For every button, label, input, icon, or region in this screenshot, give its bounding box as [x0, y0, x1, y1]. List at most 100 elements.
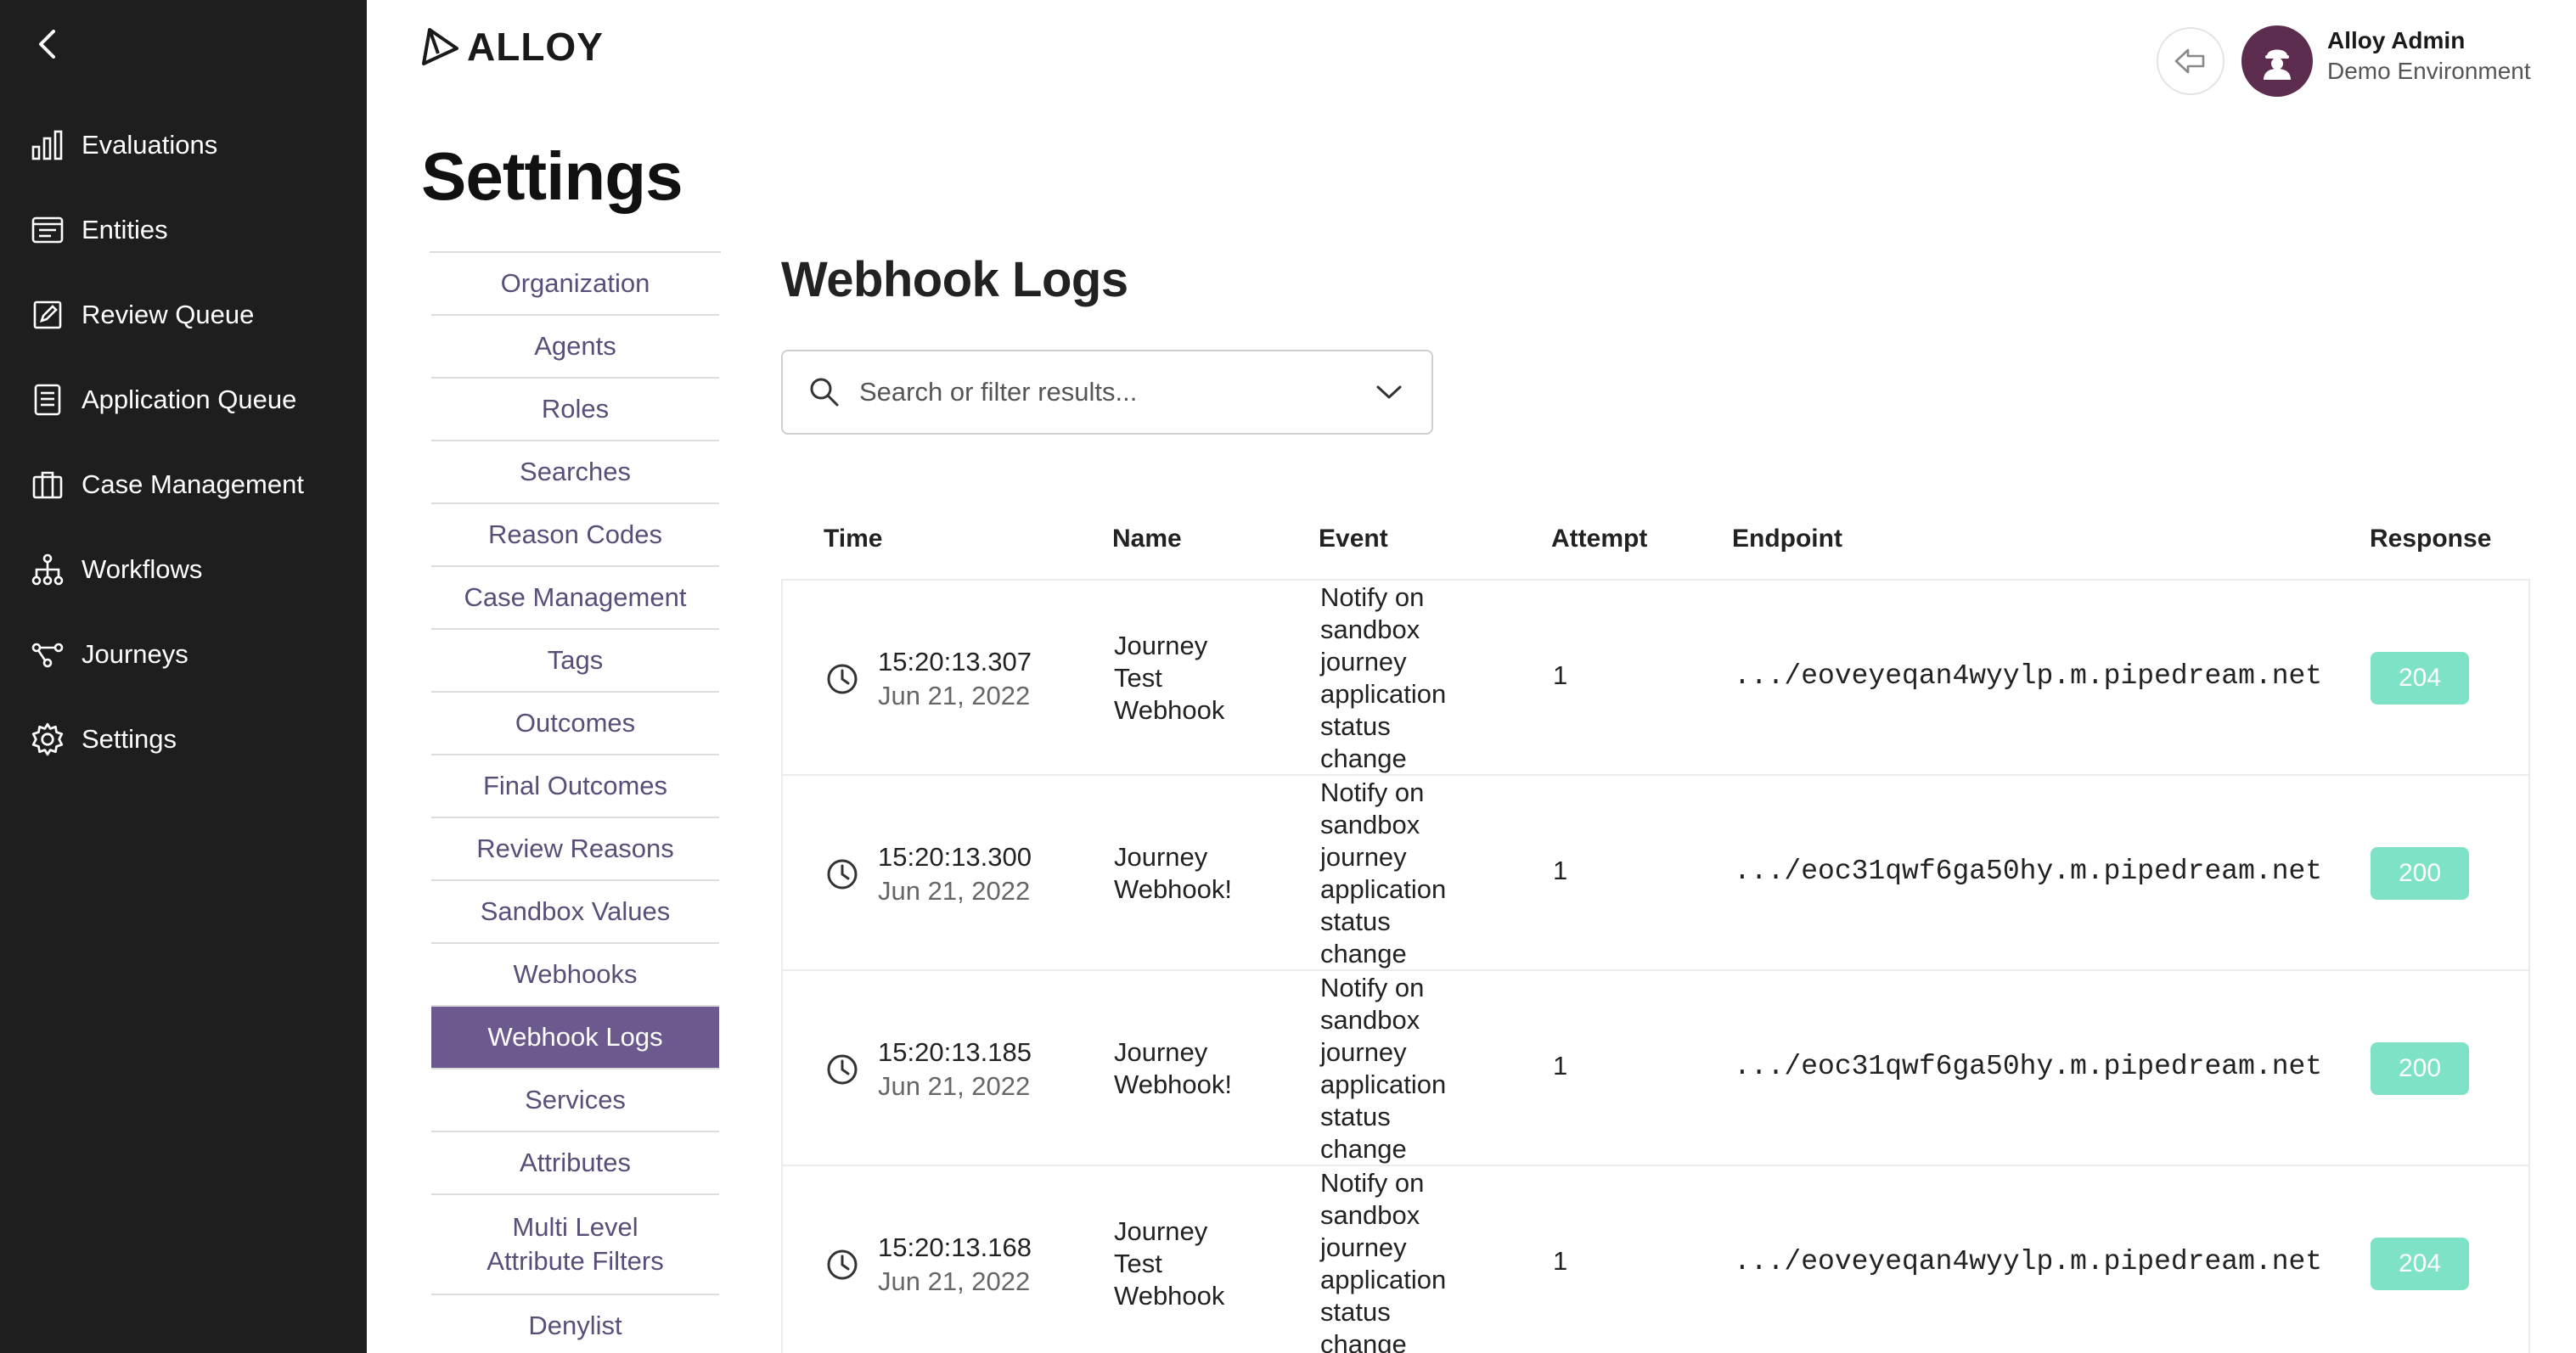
row-time: 15:20:13.168 — [878, 1232, 1032, 1262]
row-attempt: 1 — [1553, 1051, 1568, 1081]
user-avatar[interactable] — [2241, 25, 2313, 97]
row-attempt: 1 — [1553, 660, 1568, 690]
edit-icon — [29, 296, 66, 334]
settings-menu-item-sandbox-values[interactable]: Sandbox Values — [431, 881, 719, 944]
settings-menu-item-tags[interactable]: Tags — [431, 630, 719, 693]
row-name: Journey Webhook! — [1114, 1037, 1233, 1099]
nav-item-entities[interactable]: Entities — [0, 192, 367, 268]
clock-icon — [827, 1249, 858, 1280]
settings-menu-item-outcomes[interactable]: Outcomes — [431, 693, 719, 755]
column-header-time[interactable]: Time — [824, 525, 882, 553]
journey-icon — [29, 636, 66, 673]
response-status-badge: 204 — [2371, 652, 2469, 705]
chevron-down-icon[interactable] — [1372, 375, 1406, 409]
settings-menu-item-organization[interactable]: Organization — [431, 253, 719, 316]
nav-item-journeys[interactable]: Journeys — [0, 616, 367, 693]
bar-chart-icon — [29, 126, 66, 164]
row-date: Jun 21, 2022 — [878, 1266, 1031, 1296]
search-input[interactable] — [859, 377, 1372, 407]
exit-arrow-icon — [2174, 48, 2205, 74]
table-row[interactable]: 15:20:13.185 Jun 21, 2022 Journey Webhoo… — [781, 969, 2530, 1165]
nav-label: Case Management — [82, 469, 304, 499]
settings-menu-item-services[interactable]: Services — [431, 1069, 719, 1132]
column-header-attempt[interactable]: Attempt — [1551, 525, 1647, 553]
row-endpoint: .../eoveyeqan4wyylp.m.pipedream.net — [1734, 660, 2323, 692]
page-title: Settings — [421, 138, 683, 214]
row-date: Jun 21, 2022 — [878, 876, 1031, 906]
settings-menu-item-searches[interactable]: Searches — [431, 441, 719, 504]
nav-item-workflows[interactable]: Workflows — [0, 531, 367, 608]
column-header-event[interactable]: Event — [1319, 525, 1388, 553]
alloy-logo[interactable]: ALLOY — [419, 25, 604, 69]
workflow-icon — [29, 551, 66, 588]
row-event: Notify on sandbox journey application st… — [1320, 1168, 1447, 1353]
entities-icon — [29, 211, 66, 249]
row-date: Jun 21, 2022 — [878, 681, 1031, 710]
column-header-endpoint[interactable]: Endpoint — [1732, 525, 1842, 553]
nav-label: Settings — [82, 724, 177, 754]
settings-menu-item-denylist[interactable]: Denylist — [431, 1295, 719, 1353]
clock-icon — [827, 1054, 858, 1085]
briefcase-icon — [29, 466, 66, 503]
exit-button[interactable] — [2157, 27, 2224, 95]
row-name: Journey Test Webhook — [1114, 631, 1225, 725]
user-name: Alloy Admin — [2327, 27, 2466, 53]
nav-label: Review Queue — [82, 300, 255, 329]
settings-menu-item-multi-level-attribute-filters[interactable]: Multi Level Attribute Filters — [431, 1195, 719, 1295]
logo-text: ALLOY — [467, 25, 604, 69]
nav-item-evaluations[interactable]: Evaluations — [0, 107, 367, 183]
row-attempt: 1 — [1553, 856, 1568, 885]
clock-icon — [827, 859, 858, 890]
section-title: Webhook Logs — [781, 252, 1128, 307]
user-environment: Demo Environment — [2327, 58, 2531, 84]
settings-menu-item-review-reasons[interactable]: Review Reasons — [431, 818, 719, 881]
settings-menu-item-attributes[interactable]: Attributes — [431, 1132, 719, 1195]
column-header-name[interactable]: Name — [1112, 525, 1182, 553]
clock-icon — [827, 664, 858, 694]
gear-icon — [29, 721, 66, 758]
settings-menu: Organization Agents Roles Searches Reaso… — [430, 251, 721, 1353]
table-row[interactable]: 15:20:13.300 Jun 21, 2022 Journey Webhoo… — [781, 774, 2530, 969]
collapse-sidebar-button[interactable] — [25, 22, 70, 66]
nav-item-review-queue[interactable]: Review Queue — [0, 277, 367, 353]
search-filter-box[interactable] — [781, 350, 1433, 435]
nav-label: Entities — [82, 215, 168, 244]
settings-menu-item-case-management[interactable]: Case Management — [431, 567, 719, 630]
row-event: Notify on sandbox journey application st… — [1320, 778, 1447, 968]
settings-menu-item-roles[interactable]: Roles — [431, 379, 719, 441]
nav-label: Journeys — [82, 639, 188, 669]
nav-label: Application Queue — [82, 385, 297, 414]
nav-label: Evaluations — [82, 130, 218, 160]
row-name: Journey Test Webhook — [1114, 1216, 1225, 1311]
nav-item-settings[interactable]: Settings — [0, 701, 367, 778]
search-icon — [810, 378, 839, 407]
alloy-logo-icon — [422, 28, 458, 65]
settings-menu-item-final-outcomes[interactable]: Final Outcomes — [431, 755, 719, 818]
row-endpoint: .../eoc31qwf6ga50hy.m.pipedream.net — [1734, 856, 2323, 887]
settings-menu-item-webhooks[interactable]: Webhooks — [431, 944, 719, 1007]
row-endpoint: .../eoveyeqan4wyylp.m.pipedream.net — [1734, 1246, 2323, 1277]
nav-item-application-queue[interactable]: Application Queue — [0, 362, 367, 438]
row-time: 15:20:13.185 — [878, 1037, 1032, 1067]
row-endpoint: .../eoc31qwf6ga50hy.m.pipedream.net — [1734, 1051, 2323, 1082]
nav-item-case-management[interactable]: Case Management — [0, 446, 367, 523]
document-icon — [29, 381, 66, 418]
settings-menu-item-reason-codes[interactable]: Reason Codes — [431, 504, 719, 567]
chevron-left-icon — [39, 30, 55, 59]
row-event: Notify on sandbox journey application st… — [1320, 973, 1447, 1164]
row-attempt: 1 — [1553, 1246, 1568, 1276]
table-row[interactable]: 15:20:13.168 Jun 21, 2022 Journey Test W… — [781, 1165, 2530, 1353]
settings-menu-item-webhook-logs[interactable]: Webhook Logs — [431, 1007, 719, 1069]
response-status-badge: 200 — [2371, 847, 2469, 900]
row-name: Journey Webhook! — [1114, 842, 1233, 904]
row-event: Notify on sandbox journey application st… — [1320, 582, 1447, 773]
settings-menu-item-agents[interactable]: Agents — [431, 316, 719, 379]
row-time: 15:20:13.300 — [878, 842, 1032, 872]
left-sidebar: Evaluations Entities Review Queue Applic… — [0, 0, 367, 1353]
agent-avatar-icon — [2264, 49, 2291, 80]
response-status-badge: 204 — [2371, 1238, 2469, 1290]
row-time: 15:20:13.307 — [878, 647, 1032, 676]
column-header-response[interactable]: Response — [2370, 525, 2491, 553]
response-status-badge: 200 — [2371, 1042, 2469, 1095]
table-row[interactable]: 15:20:13.307 Jun 21, 2022 Journey Test W… — [781, 579, 2530, 774]
